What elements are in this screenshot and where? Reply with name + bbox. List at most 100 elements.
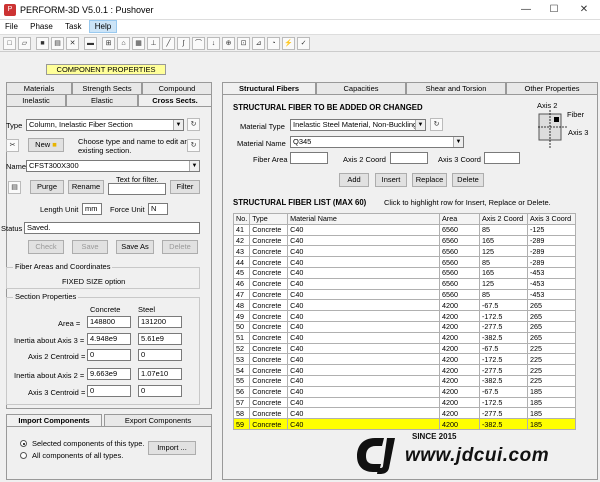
axis2-coord-input[interactable]	[390, 152, 428, 164]
energy-icon[interactable]: ⚡	[282, 37, 295, 50]
result-icon[interactable]: ⊡	[237, 37, 250, 50]
print-icon-2[interactable]: ▤	[8, 181, 21, 194]
table-row[interactable]: 48 Concrete C40 4200 -67.5 265	[232, 299, 577, 312]
purge-button[interactable]: Purge	[30, 180, 64, 194]
tab-materials[interactable]: Materials	[6, 82, 72, 94]
tab-cross-sects[interactable]: Cross Sects.	[138, 94, 212, 106]
tab-compound[interactable]: Compound	[142, 82, 212, 94]
table-row[interactable]: 43 Concrete C40 6560 125 -289	[232, 245, 577, 258]
refresh-icon-3[interactable]: ↻	[430, 118, 443, 131]
radio-selected-components[interactable]	[20, 440, 27, 447]
new-file-icon[interactable]: □	[3, 37, 16, 50]
tab-structural-fibers[interactable]: Structural Fibers	[222, 82, 316, 94]
table-row[interactable]: 52 Concrete C40 4200 -67.5 225	[232, 342, 577, 355]
filter-input[interactable]	[108, 183, 166, 195]
structure-icon[interactable]: ⌂	[117, 37, 130, 50]
tools-icon[interactable]: ✕	[66, 37, 79, 50]
print-icon[interactable]: ▤	[51, 37, 64, 50]
tab-import-components[interactable]: Import Components	[6, 414, 102, 426]
axis2-centroid-concrete-field: 0	[87, 349, 131, 361]
new-button[interactable]: New ■	[28, 138, 64, 152]
delete-button[interactable]: Delete	[162, 240, 198, 254]
cell-area: 4200	[439, 418, 480, 430]
table-row[interactable]: 46 Concrete C40 6560 125 -453	[232, 277, 577, 290]
menu-help[interactable]: Help	[88, 20, 118, 33]
material-name-select[interactable]: Q345 ▼	[290, 136, 464, 148]
section-properties-title: Section Properties	[13, 292, 79, 301]
name-select[interactable]: CFST300X300 ▼	[26, 160, 200, 172]
save-button[interactable]: Save	[72, 240, 108, 254]
tab-other-properties[interactable]: Other Properties	[506, 82, 598, 94]
frame-icon[interactable]: ⊞	[102, 37, 115, 50]
load-icon[interactable]: ↓	[207, 37, 220, 50]
import-button[interactable]: Import ...	[148, 441, 196, 455]
curve-icon[interactable]: ∫	[177, 37, 190, 50]
maximize-button[interactable]: ☐	[542, 3, 566, 17]
menu-task[interactable]: Task	[60, 21, 86, 32]
fiber-area-input[interactable]	[290, 152, 328, 164]
minimize-button[interactable]: —	[514, 3, 538, 17]
filter-button[interactable]: Filter	[170, 180, 200, 194]
analysis-icon[interactable]: ⊕	[222, 37, 235, 50]
axis3-coord-label: Axis 3 Coord	[438, 155, 481, 164]
material-type-select[interactable]: Inelastic Steel Material, Non-Buckling ▼	[290, 119, 426, 131]
table-row[interactable]: 51 Concrete C40 4200 -382.5 265	[232, 331, 577, 344]
cell-area: 4200	[439, 320, 480, 333]
refresh-icon[interactable]: ↻	[187, 118, 200, 131]
save-as-button[interactable]: Save As	[116, 240, 154, 254]
cell-no: 54	[232, 364, 251, 376]
tab-shear-torsion[interactable]: Shear and Torsion	[406, 82, 506, 94]
cell-axis2: -277.5	[478, 407, 528, 420]
col-axis2-coord: Axis 2 Coord	[478, 213, 528, 225]
cell-type: Concrete	[249, 223, 289, 236]
node-icon[interactable]: ▦	[132, 37, 145, 50]
table-row[interactable]: 47 Concrete C40 6560 85 -453	[232, 288, 577, 301]
table-row[interactable]: 53 Concrete C40 4200 -172.5 225	[232, 353, 577, 366]
rename-button[interactable]: Rename	[68, 180, 104, 194]
table-row[interactable]: 59 Concrete C40 4200 -382.5 185	[232, 418, 577, 430]
table-row[interactable]: 55 Concrete C40 4200 -382.5 225	[232, 374, 577, 387]
menu-phase[interactable]: Phase	[25, 21, 58, 32]
model-icon[interactable]: ▬	[84, 37, 97, 50]
hinge-icon[interactable]: ◔	[267, 37, 280, 50]
type-select[interactable]: Column, Inelastic Fiber Section ▼	[26, 119, 184, 131]
table-row[interactable]: 50 Concrete C40 4200 -277.5 265	[232, 320, 577, 333]
close-button[interactable]: ✕	[572, 3, 596, 17]
watermark-logo-icon	[357, 438, 395, 474]
open-folder-icon[interactable]: ▱	[18, 37, 31, 50]
table-row[interactable]: 44 Concrete C40 6560 85 -289	[232, 256, 577, 268]
table-row[interactable]: 45 Concrete C40 6560 165 -453	[232, 266, 577, 279]
menu-file[interactable]: File	[0, 21, 23, 32]
add-button[interactable]: Add	[339, 173, 369, 187]
support-icon[interactable]: ⊥	[147, 37, 160, 50]
save-disk-icon[interactable]: ■	[36, 37, 49, 50]
tab-capacities[interactable]: Capacities	[316, 82, 406, 94]
replace-button[interactable]: Replace	[412, 173, 447, 187]
table-row[interactable]: 58 Concrete C40 4200 -277.5 185	[232, 407, 577, 420]
delete-fiber-button[interactable]: Delete	[452, 173, 484, 187]
tab-strength-sects[interactable]: Strength Sects	[72, 82, 142, 94]
axis3-coord-input[interactable]	[484, 152, 520, 164]
pin-icon[interactable]: ✂	[6, 139, 19, 152]
radio-all-components[interactable]	[20, 452, 27, 459]
refresh-icon-2[interactable]: ↻	[187, 139, 200, 152]
deform-icon[interactable]: ⊿	[252, 37, 265, 50]
check-button[interactable]: Check	[28, 240, 64, 254]
table-row[interactable]: 42 Concrete C40 6560 165 -289	[232, 234, 577, 247]
table-row[interactable]: 49 Concrete C40 4200 -172.5 265	[232, 310, 577, 322]
check-icon[interactable]: ✓	[297, 37, 310, 50]
table-row[interactable]: 41 Concrete C40 6560 85 -125	[232, 223, 577, 236]
graph-icon[interactable]: ⌒	[192, 37, 205, 50]
table-row[interactable]: 54 Concrete C40 4200 -277.5 225	[232, 364, 577, 376]
table-row[interactable]: 56 Concrete C40 4200 -67.5 185	[232, 385, 577, 398]
cell-axis2: -382.5	[478, 331, 528, 344]
cell-type: Concrete	[249, 418, 289, 430]
table-row[interactable]: 57 Concrete C40 4200 -172.5 185	[232, 396, 577, 409]
cell-material: C40	[287, 310, 441, 322]
cell-type: Concrete	[249, 353, 289, 366]
tab-inelastic[interactable]: Inelastic	[6, 94, 66, 106]
element-icon[interactable]: ╱	[162, 37, 175, 50]
insert-button[interactable]: Insert	[375, 173, 407, 187]
tab-export-components[interactable]: Export Components	[104, 414, 212, 426]
tab-elastic[interactable]: Elastic	[66, 94, 138, 106]
